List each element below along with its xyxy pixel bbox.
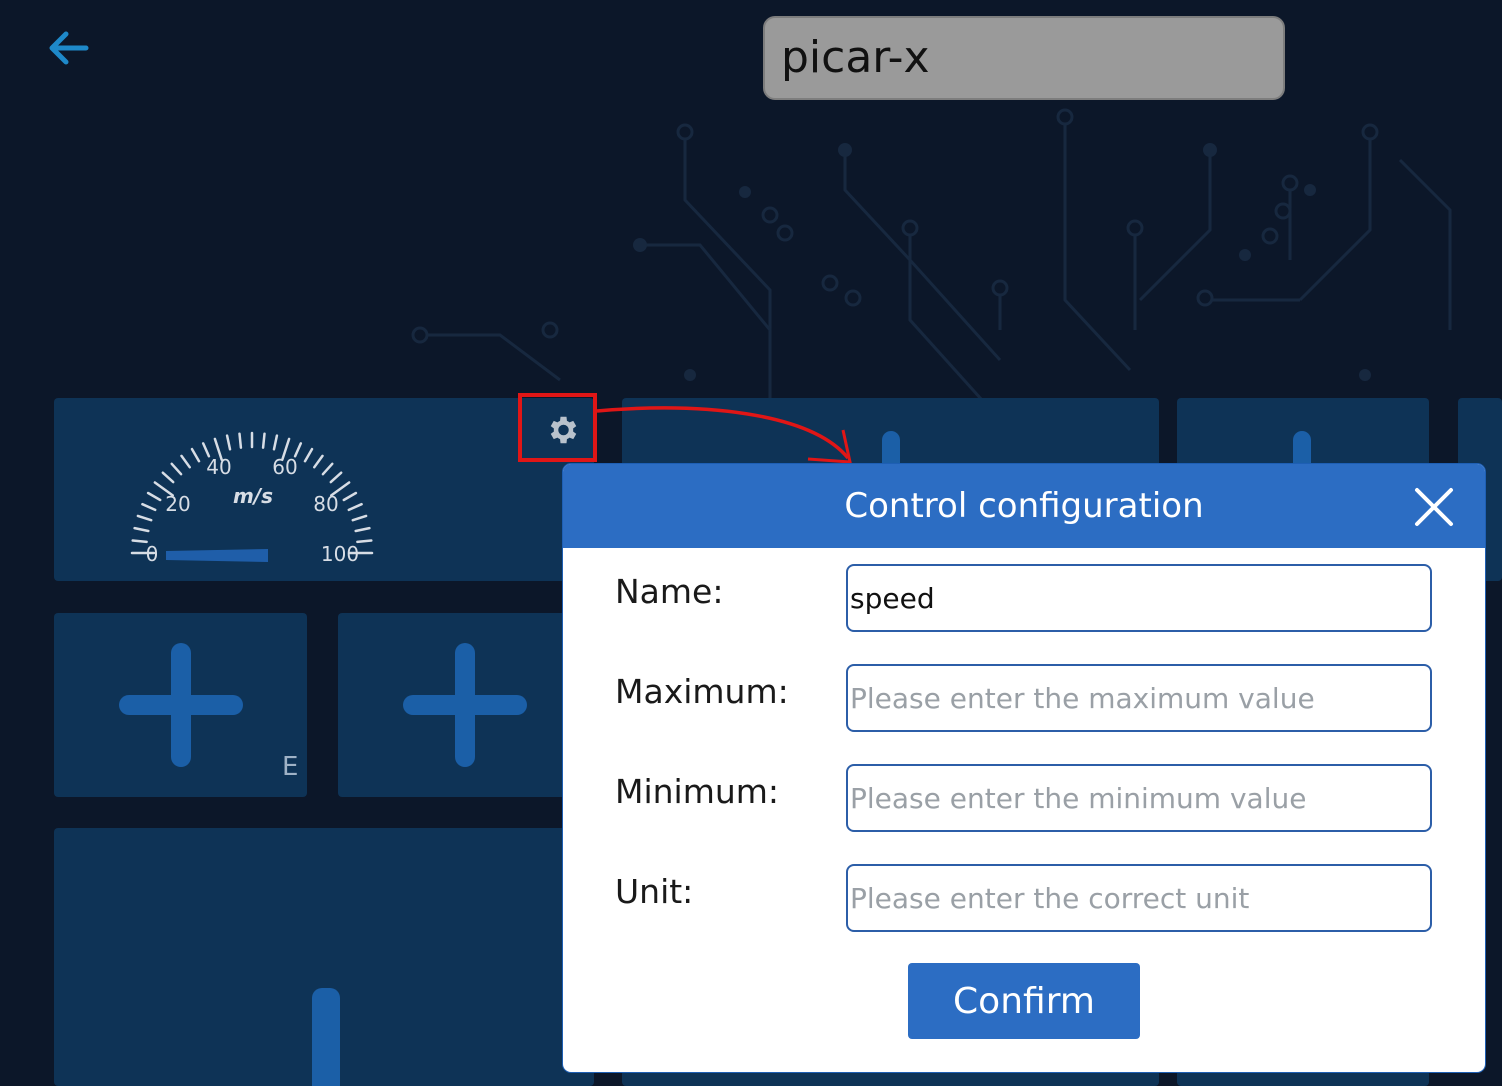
- plus-icon: [403, 643, 527, 767]
- gauge-tick: [133, 526, 150, 533]
- plus-icon: [119, 643, 243, 767]
- unit-label: Unit:: [615, 872, 694, 911]
- gauge-tick: [161, 471, 175, 484]
- back-button[interactable]: [42, 26, 96, 70]
- minimum-field[interactable]: [846, 764, 1432, 832]
- gauge-tick: [354, 526, 371, 533]
- gauge-tick: [347, 502, 363, 512]
- arrow-left-icon: [49, 31, 89, 65]
- app-screen: picar-x 0 20 40 60 80 100 m/s E Control …: [0, 0, 1502, 1086]
- gauge-tick: [141, 502, 157, 512]
- unit-field[interactable]: [846, 864, 1432, 932]
- gauge-tick: [225, 434, 232, 451]
- minimum-row: Minimum:: [563, 764, 1485, 834]
- gauge-tick: [146, 491, 162, 502]
- close-button[interactable]: [1413, 486, 1455, 528]
- gauge-tile[interactable]: 0 20 40 60 80 100 m/s: [54, 398, 594, 581]
- speedometer-gauge: 0 20 40 60 80 100 m/s: [130, 431, 374, 566]
- gauge-tick-label-60: 60: [272, 455, 297, 479]
- maximum-label: Maximum:: [615, 672, 789, 711]
- gauge-tick: [321, 462, 334, 476]
- gauge-tick-label-80: 80: [313, 492, 338, 516]
- gauge-tick: [261, 432, 266, 449]
- gauge-tick: [131, 539, 148, 544]
- gauge-tick: [238, 432, 243, 449]
- name-label: Name:: [615, 572, 724, 611]
- gauge-tick: [342, 491, 358, 502]
- gauge-tick-label-100: 100: [321, 542, 359, 566]
- gauge-tick: [272, 434, 279, 451]
- widget-settings-button[interactable]: [518, 393, 597, 462]
- gear-icon: [550, 416, 577, 444]
- tile-key-label: E: [282, 752, 299, 782]
- gauge-tick-label-40: 40: [206, 455, 231, 479]
- gauge-tick: [136, 514, 153, 522]
- device-name-field[interactable]: picar-x: [763, 16, 1285, 100]
- empty-widget-tile-3[interactable]: [54, 828, 594, 1086]
- name-row: Name:: [563, 564, 1485, 634]
- gauge-needle: [166, 549, 268, 562]
- empty-widget-tile-5[interactable]: [1177, 1070, 1429, 1086]
- close-icon: [1415, 488, 1453, 526]
- confirm-button[interactable]: Confirm: [908, 963, 1140, 1039]
- gauge-tick: [190, 447, 201, 463]
- empty-widget-tile-1[interactable]: [54, 613, 307, 797]
- maximum-field[interactable]: [846, 664, 1432, 732]
- plus-icon: [222, 988, 422, 1086]
- gauge-unit-label: m/s: [233, 484, 273, 508]
- unit-row: Unit:: [563, 864, 1485, 934]
- gauge-tick: [170, 462, 183, 476]
- empty-widget-tile-2[interactable]: [338, 613, 594, 797]
- gauge-tick: [303, 447, 314, 463]
- gauge-tick: [180, 454, 191, 469]
- gauge-tick: [313, 454, 324, 469]
- gauge-tick: [356, 539, 373, 544]
- name-field[interactable]: [846, 564, 1432, 632]
- minimum-label: Minimum:: [615, 772, 780, 811]
- gauge-tick-label-20: 20: [165, 492, 190, 516]
- gauge-tick: [351, 514, 368, 522]
- empty-widget-tile-4[interactable]: [622, 1070, 1159, 1086]
- gauge-tick: [329, 471, 343, 484]
- maximum-row: Maximum:: [563, 664, 1485, 734]
- control-configuration-dialog: Control configuration Name: Maximum: Min…: [563, 464, 1485, 1072]
- gauge-tick-label-0: 0: [146, 542, 159, 566]
- dialog-title: Control configuration: [844, 486, 1204, 526]
